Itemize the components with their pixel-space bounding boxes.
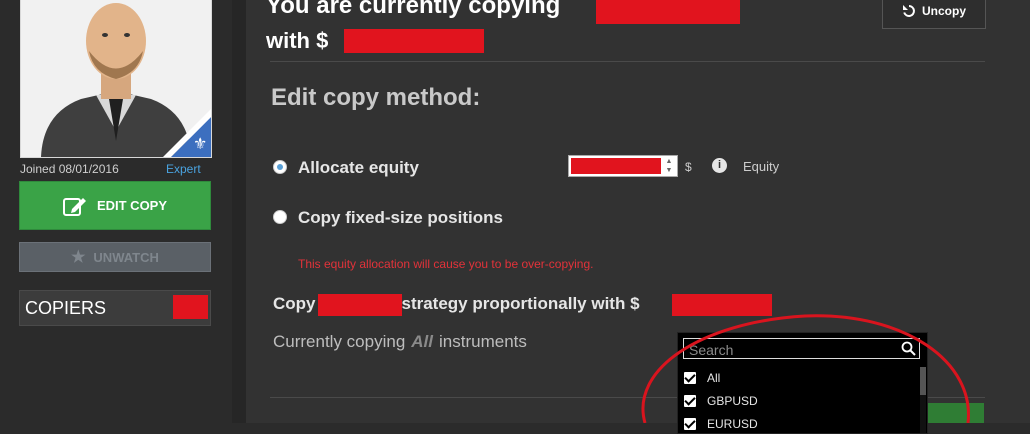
scrollbar-thumb[interactable]: [920, 367, 926, 395]
uncopy-label: Uncopy: [921, 3, 966, 18]
instrument-label: All: [707, 371, 721, 385]
currency-symbol: $: [685, 160, 692, 174]
title-line2-row: with $: [266, 28, 328, 54]
redacted-copy-amount: [672, 294, 772, 316]
joined-date: Joined 08/01/2016: [20, 162, 119, 176]
dropdown-scrollbar[interactable]: [920, 367, 926, 433]
copy-middle: strategy proportionally with $: [401, 294, 640, 313]
equity-stepper[interactable]: ▲ ▼: [662, 157, 676, 175]
info-icon[interactable]: i: [712, 158, 727, 173]
copiers-label: COPIERS: [25, 298, 107, 318]
list-item[interactable]: GBPUSD: [684, 394, 758, 408]
edit-icon: [62, 197, 86, 216]
allocate-equity-radio[interactable]: [273, 160, 287, 174]
unwatch-button[interactable]: ★ UNWATCH: [19, 242, 211, 272]
fixed-size-radio[interactable]: [273, 210, 287, 224]
undo-icon: [902, 4, 915, 17]
svg-text:⚜: ⚜: [193, 134, 207, 153]
equity-amount-input[interactable]: ▲ ▼: [568, 155, 678, 177]
fixed-size-label[interactable]: Copy fixed-size positions: [298, 208, 503, 228]
redacted-strategy-name: [318, 294, 402, 316]
allocate-equity-label[interactable]: Allocate equity: [298, 158, 419, 178]
sidebar: ⚜ Joined 08/01/2016 Expert EDIT COPY ★ U…: [0, 0, 232, 423]
copiers-box: COPIERS: [19, 290, 211, 326]
edit-copy-button[interactable]: EDIT COPY: [19, 181, 211, 230]
search-icon[interactable]: [901, 341, 916, 356]
currently-copying-text: Currently copying All instruments: [273, 332, 527, 352]
list-item[interactable]: EURUSD: [684, 417, 758, 431]
edit-method-heading: Edit copy method:: [271, 84, 481, 111]
stepper-up-icon[interactable]: ▲: [662, 157, 676, 166]
checkbox-checked-icon[interactable]: [684, 372, 696, 384]
title-line1: You are currently copying: [266, 0, 561, 19]
edit-copy-label: EDIT COPY: [96, 198, 168, 213]
checkbox-checked-icon[interactable]: [684, 418, 696, 430]
avatar: ⚜: [20, 0, 212, 158]
redacted-trader-name: [596, 0, 740, 24]
over-copying-warning: This equity allocation will cause you to…: [298, 257, 594, 271]
list-item[interactable]: All: [684, 371, 720, 385]
equity-label: Equity: [743, 159, 780, 174]
save-button-edge[interactable]: [926, 403, 984, 423]
copy-prefix: Copy: [273, 294, 316, 313]
avatar-figure: ⚜: [41, 3, 211, 157]
instruments-selector[interactable]: All: [405, 332, 439, 351]
redacted-amount: [344, 29, 484, 53]
search-box: [683, 338, 920, 359]
uncopy-button[interactable]: Uncopy: [882, 0, 986, 29]
trader-level-link[interactable]: Expert: [166, 162, 201, 176]
instrument-label: GBPUSD: [707, 394, 758, 408]
redacted-copiers-count: [173, 295, 208, 319]
redacted-equity-value: [571, 158, 661, 174]
search-input[interactable]: [687, 340, 896, 359]
checkbox-checked-icon[interactable]: [684, 395, 696, 407]
instruments-dropdown: All GBPUSD EURUSD: [677, 332, 928, 434]
title-line2: with $: [266, 28, 329, 53]
page-title: You are currently copying: [266, 0, 560, 20]
currently-prefix: Currently copying: [273, 332, 406, 351]
stepper-down-icon[interactable]: ▼: [662, 166, 676, 175]
instrument-label: EURUSD: [707, 417, 758, 431]
star-icon: ★: [71, 249, 86, 266]
top-divider: [270, 61, 985, 62]
currently-suffix: instruments: [439, 332, 527, 351]
unwatch-label: UNWATCH: [93, 249, 159, 265]
